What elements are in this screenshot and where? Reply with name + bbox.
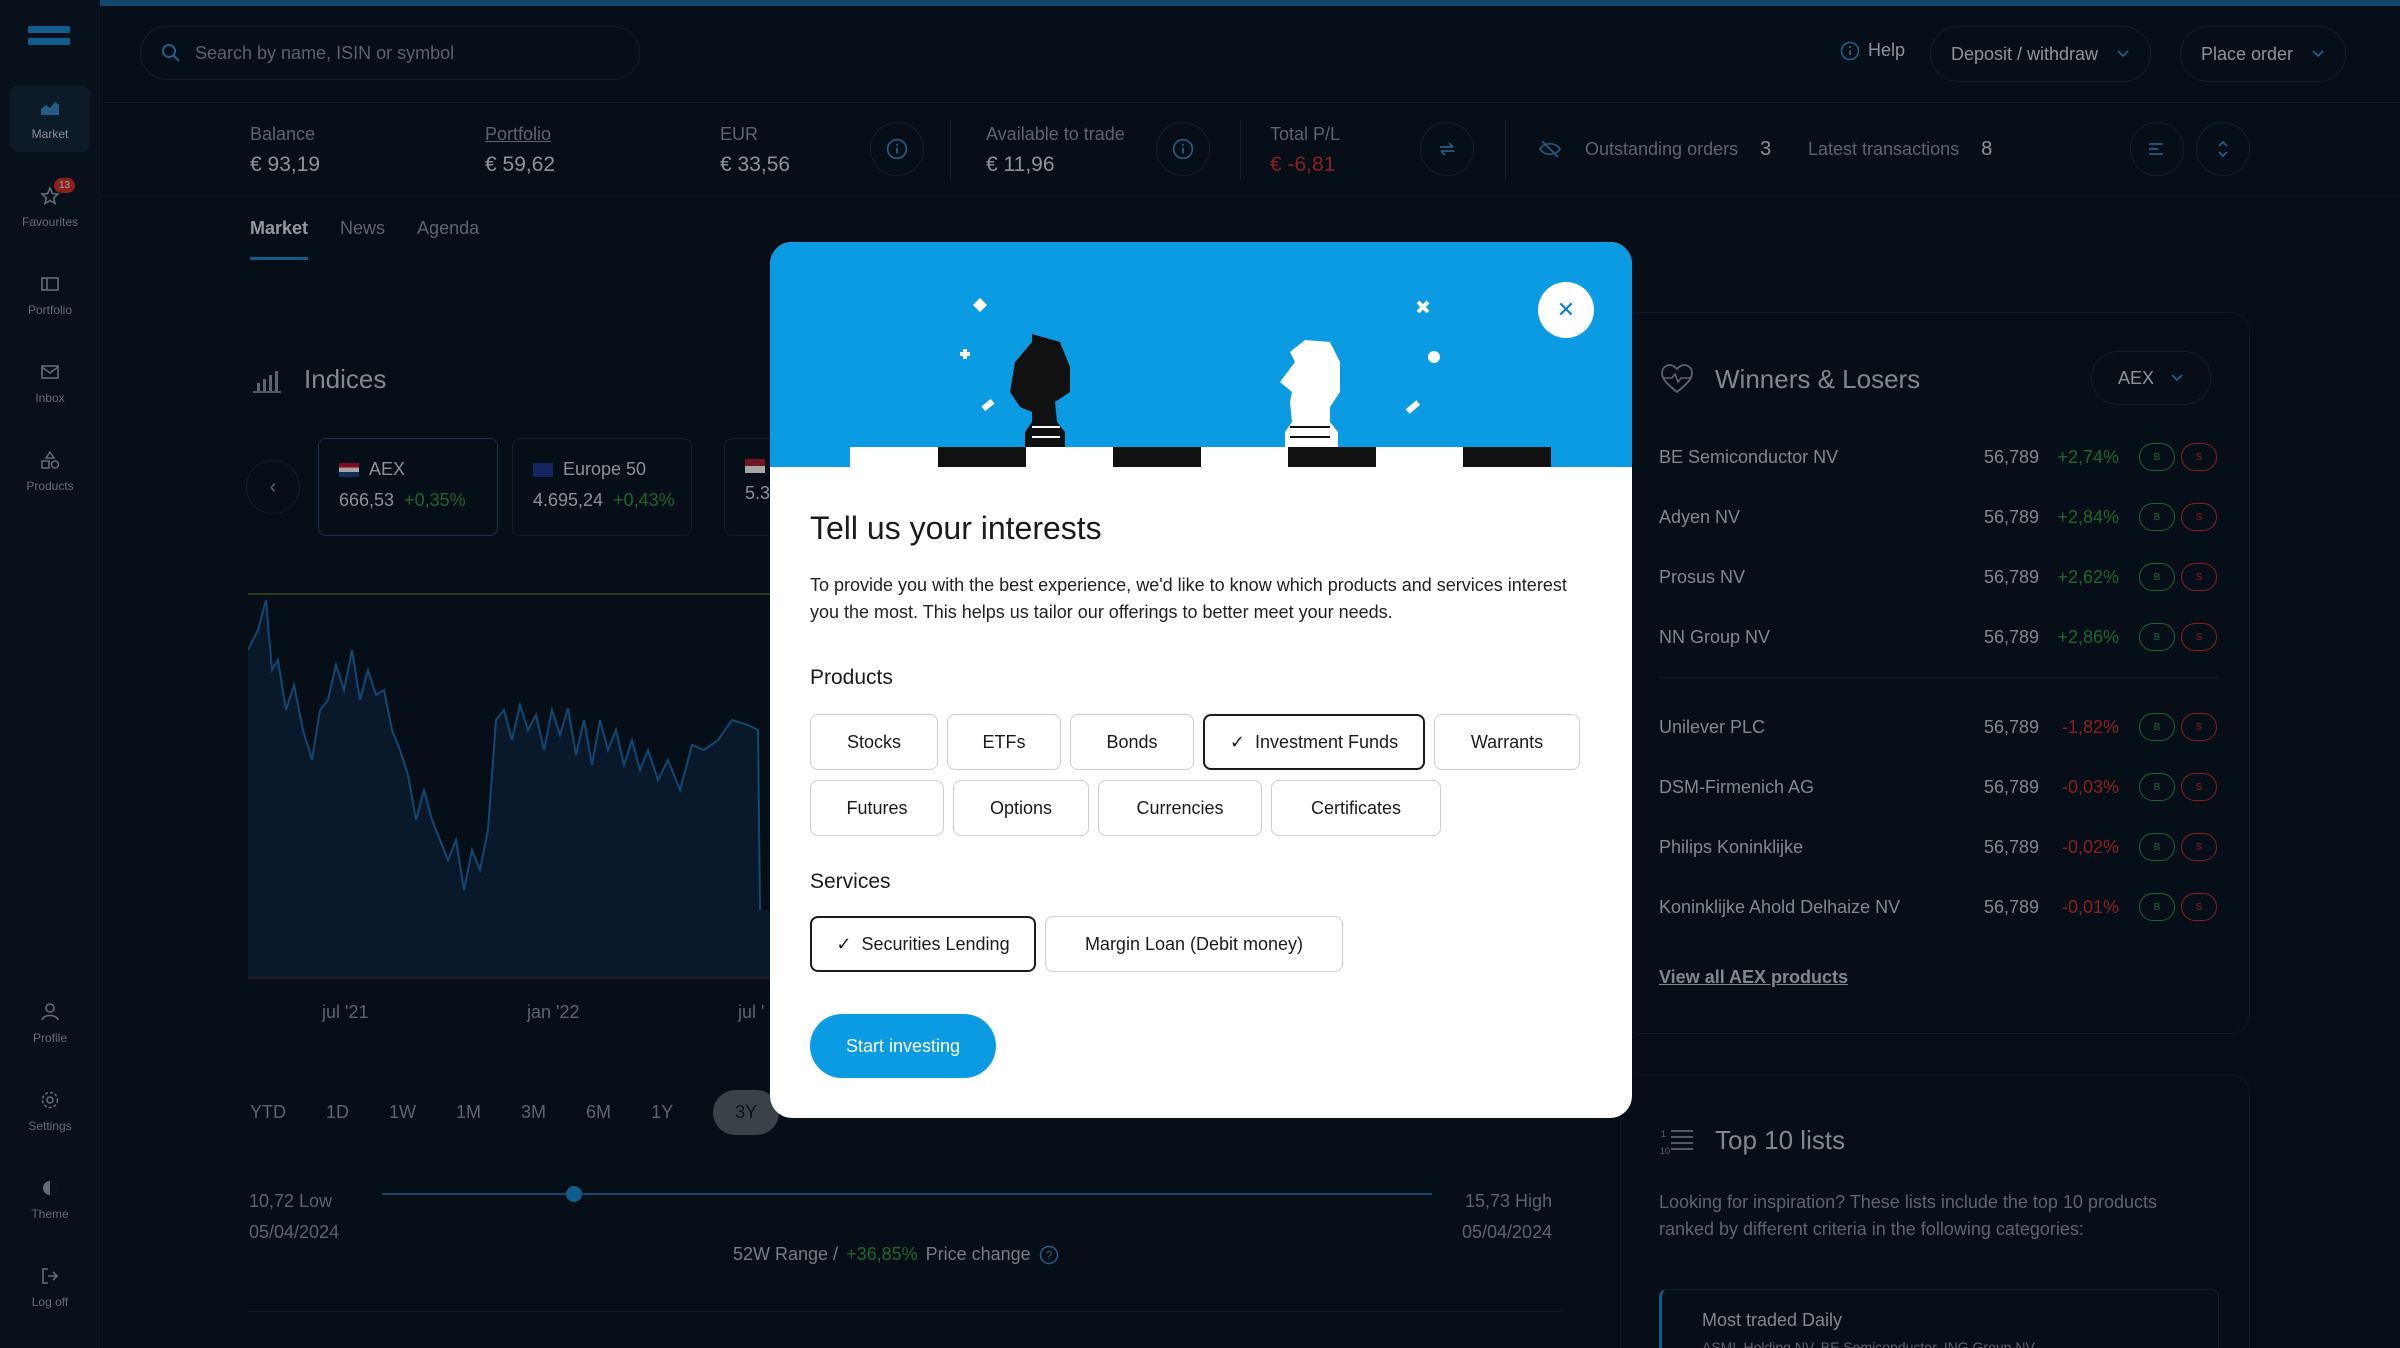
chip-label: ETFs — [982, 731, 1026, 752]
trading-app: Market 13 Favourites Portfolio Inbox Pro… — [0, 0, 2400, 1348]
chip-label: Margin Loan (Debit money) — [1084, 933, 1304, 954]
chip-etfs[interactable]: ETFs — [947, 714, 1061, 770]
chip-certificates[interactable]: Certificates — [1271, 780, 1441, 836]
close-icon: ✕ — [1556, 297, 1576, 322]
modal-hero: ✕ — [770, 242, 1632, 467]
close-button[interactable]: ✕ — [1538, 282, 1594, 338]
modal-description: To provide you with the best experience,… — [810, 575, 1567, 622]
check-icon: ✓ — [836, 933, 852, 954]
chip-label: Warrants — [1470, 731, 1544, 752]
chess-illustration — [850, 297, 1551, 467]
chip-investment-funds[interactable]: ✓ Investment Funds — [1203, 714, 1425, 770]
chip-bonds[interactable]: Bonds — [1070, 714, 1194, 770]
services-section-title: Services — [810, 870, 891, 893]
chip-stocks[interactable]: Stocks — [810, 714, 938, 770]
chip-currencies[interactable]: Currencies — [1098, 780, 1262, 836]
chip-label: Options — [989, 797, 1053, 818]
chip-label: Investment Funds — [1255, 731, 1399, 752]
chip-warrants[interactable]: Warrants — [1434, 714, 1580, 770]
chip-options[interactable]: Options — [953, 780, 1089, 836]
products-section-title: Products — [810, 666, 893, 689]
chip-securities-lending[interactable]: ✓ Securities Lending — [810, 916, 1036, 972]
chip-label: Bonds — [1106, 731, 1158, 752]
interests-modal: ✕ Tell us your interests To provide you … — [770, 242, 1632, 1118]
chip-label: Futures — [846, 797, 908, 818]
cta-label: Start investing — [845, 1035, 961, 1056]
check-icon: ✓ — [1229, 731, 1245, 752]
chip-futures[interactable]: Futures — [810, 780, 944, 836]
chip-label: Currencies — [1136, 797, 1224, 818]
chip-label: Certificates — [1310, 797, 1402, 818]
start-investing-button[interactable]: Start investing — [810, 1014, 996, 1078]
chip-label: Securities Lending — [861, 933, 1010, 954]
modal-title: Tell us your interests — [810, 510, 1102, 546]
chip-margin-loan[interactable]: Margin Loan (Debit money) — [1045, 916, 1343, 972]
chip-label: Stocks — [846, 731, 902, 752]
